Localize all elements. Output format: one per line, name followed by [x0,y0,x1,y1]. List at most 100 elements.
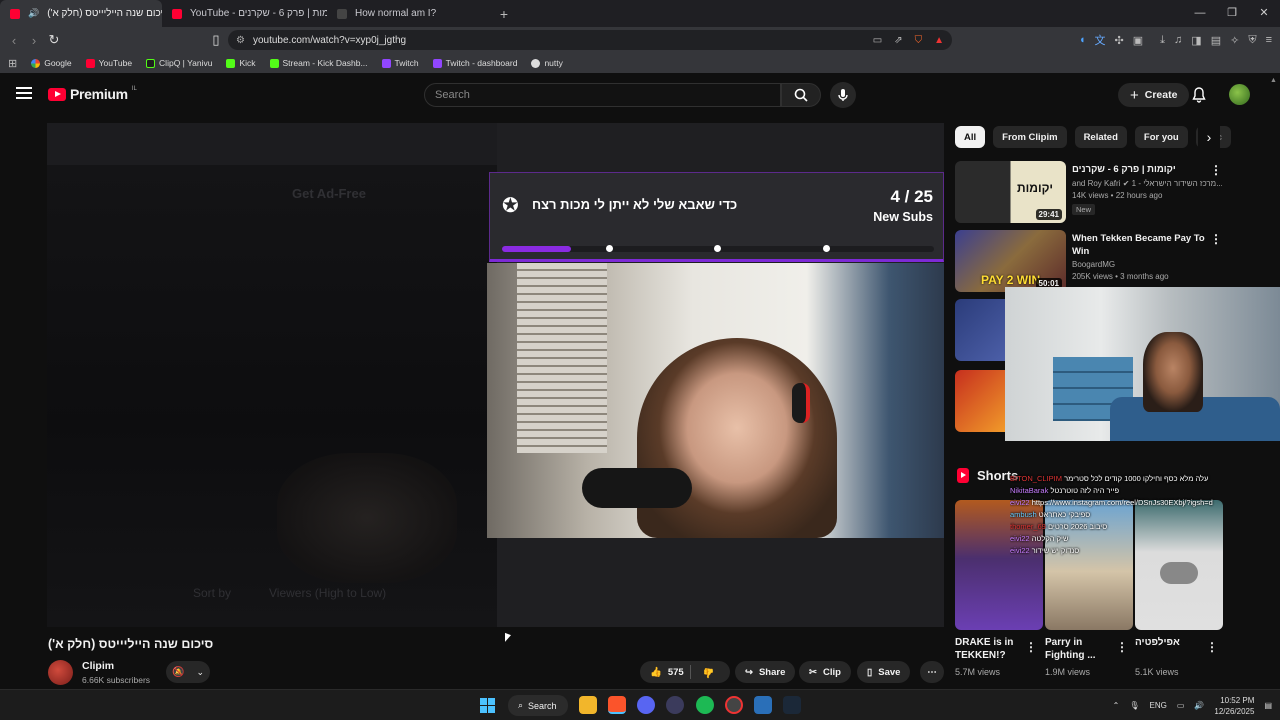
audio-icon[interactable]: 🔊 [28,8,39,19]
clip-button[interactable]: ✂ Clip [799,661,851,683]
channel-avatar[interactable] [48,660,73,685]
create-button[interactable]: + Create [1118,83,1190,107]
video-title[interactable]: יקומות | פרק 6 - שקרנים [1072,163,1212,176]
share-button[interactable]: ↪ Share [735,661,796,683]
file-explorer-icon[interactable] [579,696,597,714]
search-input[interactable]: Search [424,83,781,107]
media-icon[interactable]: ♫ [1174,34,1182,46]
microphone-icon[interactable]: 🎙 [1129,701,1139,710]
back-icon[interactable]: ‹ [4,33,24,48]
dislike-button[interactable]: 👍 [697,667,715,678]
search-button[interactable] [781,83,821,107]
chips-next-icon[interactable]: › [1198,126,1220,148]
bookmark-google[interactable]: Google [31,58,72,68]
notifications-icon[interactable]: ▤ [1264,701,1272,710]
channel-name[interactable]: and Roy Kafri [1072,179,1120,188]
language-indicator[interactable]: ENG [1150,701,1167,710]
spotify-icon[interactable] [696,696,714,714]
bookmark-twitch[interactable]: Twitch [381,58,419,68]
bookmark-icon[interactable]: ▯ [206,32,226,48]
taskbar-search[interactable]: ⌕ Search [508,695,568,716]
network-icon[interactable]: ▭ [1177,701,1185,710]
chip-all[interactable]: All [955,126,986,148]
chip-from-clipim[interactable]: From Clipim [993,126,1067,148]
bell-off-icon: 🔕 [172,666,185,678]
url-field[interactable]: ⚙ youtube.com/watch?v=xyp0j_jgthg ▭ ⇗ ⛉ … [228,30,952,50]
video-thumbnail[interactable]: יקומות 29:41 [955,161,1066,223]
short-title[interactable]: Parry in Fighting ... [1045,636,1115,662]
recommendation-item[interactable]: PAY 2 WIN 50:01 When Tekken Became Pay T… [955,230,1230,294]
brave-rewards-icon[interactable]: ▲ [934,35,944,46]
more-options-icon[interactable]: ⋮ [1210,232,1222,246]
scrollbar-up-icon[interactable]: ▲ [1270,77,1278,85]
forward-icon[interactable]: › [24,33,44,48]
recommendation-item[interactable]: יקומות 29:41 יקומות | פרק 6 - שקרנים and… [955,161,1230,225]
app-icon[interactable] [666,696,684,714]
translate-icon[interactable]: 文 [1095,32,1106,48]
tab-active[interactable]: 🔊 סיכום שנה הייליייטס (חלק א') ✕ [0,0,162,27]
discord-icon[interactable] [637,696,655,714]
wallet-icon[interactable]: ▤ [1211,34,1221,47]
bookmark-twitch-dashboard[interactable]: Twitch - dashboard [432,58,517,68]
obs-icon[interactable] [725,696,743,714]
youtube-premium-logo[interactable]: Premium IL [48,86,137,102]
more-options-icon[interactable]: ⋮ [1210,163,1222,177]
download-icon[interactable]: ⤓ [1160,34,1165,47]
apps-grid-icon[interactable]: ⊞ [8,57,17,70]
menu-icon[interactable]: ≡ [1266,34,1272,46]
video-title[interactable]: When Tekken Became Pay To Win [1072,232,1212,258]
site-settings-icon[interactable]: ⚙ [236,35,245,46]
video-thumbnail[interactable] [955,370,1005,432]
app-icon[interactable] [754,696,772,714]
bookmark-kick[interactable]: Kick [226,58,256,68]
channel-name[interactable]: BoogardMG [1072,259,1222,271]
chip-for-you[interactable]: For you [1134,126,1188,148]
leo-icon[interactable]: ✧ [1230,34,1239,47]
bookmark-youtube[interactable]: YouTube [85,58,132,68]
channel-name[interactable]: Clipim [82,660,114,672]
chat-username: eivi22 [1010,534,1030,543]
bookmark-kick-dashboard[interactable]: Stream - Kick Dashb... [269,58,368,68]
notifications-button[interactable] [1192,87,1206,108]
reload-icon[interactable]: ↻ [44,32,64,48]
cast-icon[interactable]: ▭ [873,35,882,46]
tab-how-normal[interactable]: How normal am I? [327,0,492,27]
save-button[interactable]: ▯ Save [857,661,911,683]
new-tab-button[interactable]: + [492,6,516,22]
steam-icon[interactable] [783,696,801,714]
clock[interactable]: 10:52 PM 12/26/2025 [1214,695,1254,717]
close-window-icon[interactable]: ✕ [1248,0,1280,27]
short-title[interactable]: אפילפטיה [1135,636,1205,649]
screenshot-icon[interactable]: ▣ [1133,34,1143,47]
bookmark-clipq[interactable]: ClipQ | Yanivu [146,58,212,68]
voice-search-button[interactable] [830,82,856,108]
hamburger-menu-icon[interactable] [16,87,32,99]
sidebar-icon[interactable]: ◨ [1191,34,1201,47]
volume-icon[interactable]: 🔊 [1194,701,1204,710]
extension-icon[interactable]: ◖ [1079,34,1086,46]
scissors-icon: ✂ [809,666,817,678]
brave-browser-icon[interactable] [608,696,626,714]
share-icon[interactable]: ⇗ [894,35,902,46]
chip-related[interactable]: Related [1074,126,1127,148]
brave-shield-icon[interactable]: ⛉ [915,35,923,46]
vpn-icon[interactable]: ⛨ [1248,34,1256,47]
more-options-icon[interactable]: ⋮ [1025,640,1037,654]
video-thumbnail[interactable] [955,299,1005,361]
puzzle-icon[interactable]: ✣ [1115,34,1124,47]
account-avatar[interactable] [1229,84,1250,105]
minimize-icon[interactable]: — [1184,0,1216,27]
short-title[interactable]: DRAKE is in TEKKEN!? [955,636,1025,662]
more-options-icon[interactable]: ⋮ [1116,640,1128,654]
more-actions-button[interactable]: ⋯ [920,661,944,683]
restore-icon[interactable]: ❐ [1216,0,1248,27]
subscription-bell-button[interactable]: 🔕 ⌄ [166,661,210,683]
more-options-icon[interactable]: ⋮ [1206,640,1218,654]
chevron-up-icon[interactable]: ⌃ [1113,701,1120,710]
video-player[interactable]: Get Ad-Free Sort by Viewers (High to Low… [47,123,944,627]
video-thumbnail[interactable]: PAY 2 WIN 50:01 [955,230,1066,292]
windows-start-icon[interactable] [480,698,495,713]
bookmark-nutty[interactable]: nutty [531,58,563,68]
tab-youtube-episode[interactable]: YouTube - יקומות | פרק 6 - שקרנים [162,0,327,27]
like-button[interactable]: 👍 575 [640,661,684,683]
